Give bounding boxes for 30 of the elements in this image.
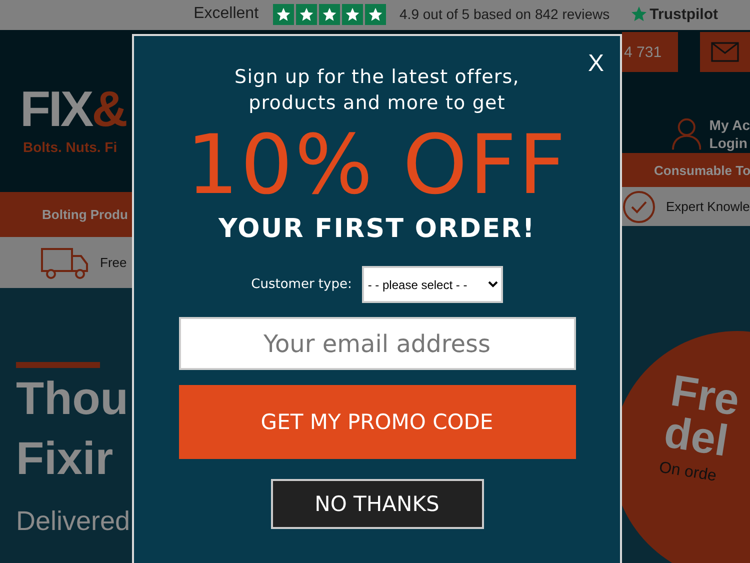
email-button[interactable] xyxy=(700,32,750,72)
discount-subheadline: YOUR FIRST ORDER! xyxy=(218,214,536,244)
phone-number[interactable]: 4 731 xyxy=(622,32,678,72)
feature-label: Free xyxy=(100,255,127,270)
badge-note: On orde xyxy=(658,459,719,487)
email-field[interactable]: Your email address xyxy=(178,317,576,370)
close-button[interactable]: X xyxy=(584,48,608,80)
hero-headline: Thou xyxy=(16,371,130,426)
signup-intro: products and more to get xyxy=(248,91,506,116)
rating-score: 4.9 out of 5 based on 842 reviews xyxy=(400,6,610,22)
signup-intro: Sign up for the latest offers, xyxy=(234,65,520,90)
customer-type-dropdown[interactable]: - - please select - - xyxy=(362,266,503,303)
discount-headline: 10% OFF xyxy=(186,124,568,208)
login-link[interactable]: Login xyxy=(709,134,750,152)
brand-name: Trustpilot xyxy=(650,6,718,22)
check-circle-icon xyxy=(622,190,656,224)
hero-headline: Fixir xyxy=(16,431,114,486)
rating-label: Excellent xyxy=(194,5,259,23)
truck-icon xyxy=(40,246,90,278)
account-link[interactable]: My Ac xyxy=(709,116,750,134)
star-logo-icon xyxy=(630,5,648,23)
envelope-icon xyxy=(711,42,739,62)
person-icon xyxy=(672,117,702,151)
feature-label: Expert Knowle xyxy=(666,199,750,214)
site-logo[interactable]: FIX& xyxy=(20,87,132,131)
hero-subheadline: Delivered xyxy=(16,506,132,537)
logo-tagline: Bolts. Nuts. Fi xyxy=(23,139,118,155)
customer-type-label: Customer type: xyxy=(251,277,352,292)
no-thanks-button[interactable]: NO THANKS xyxy=(270,479,484,529)
promo-code-button[interactable]: GET MY PROMO CODE xyxy=(178,385,576,459)
